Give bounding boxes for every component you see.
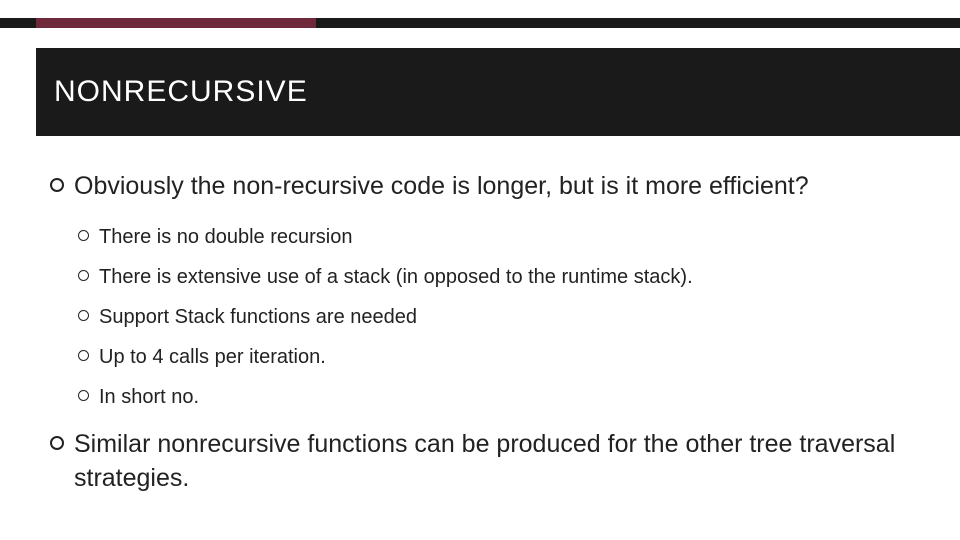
bullet-l2: In short no. xyxy=(78,382,920,412)
bullet-text: There is extensive use of a stack (in op… xyxy=(99,262,693,292)
bullet-text: Up to 4 calls per iteration. xyxy=(99,342,326,372)
bullet-marker-icon xyxy=(50,436,64,450)
slide-body: Obviously the non-recursive code is long… xyxy=(50,170,920,505)
bullet-l2: There is no double recursion xyxy=(78,222,920,252)
bullet-text: Support Stack functions are needed xyxy=(99,302,417,332)
bullet-text: Obviously the non-recursive code is long… xyxy=(74,170,809,204)
bullet-l2: Support Stack functions are needed xyxy=(78,302,920,332)
bullet-l2: There is extensive use of a stack (in op… xyxy=(78,262,920,292)
bullet-text: Similar nonrecursive functions can be pr… xyxy=(74,428,920,496)
bullet-l2: Up to 4 calls per iteration. xyxy=(78,342,920,372)
accent-stripe xyxy=(36,18,316,28)
bullet-l1: Obviously the non-recursive code is long… xyxy=(50,170,920,204)
bullet-text: In short no. xyxy=(99,382,199,412)
title-band: NONRECURSIVE xyxy=(36,48,960,136)
bullet-marker-icon xyxy=(78,350,89,361)
bullet-marker-icon xyxy=(78,390,89,401)
bullet-marker-icon xyxy=(78,270,89,281)
slide-title: NONRECURSIVE xyxy=(54,75,308,109)
bullet-marker-icon xyxy=(78,310,89,321)
bullet-marker-icon xyxy=(50,178,64,192)
bullet-marker-icon xyxy=(78,230,89,241)
bullet-l1: Similar nonrecursive functions can be pr… xyxy=(50,428,920,496)
bullet-text: There is no double recursion xyxy=(99,222,352,252)
